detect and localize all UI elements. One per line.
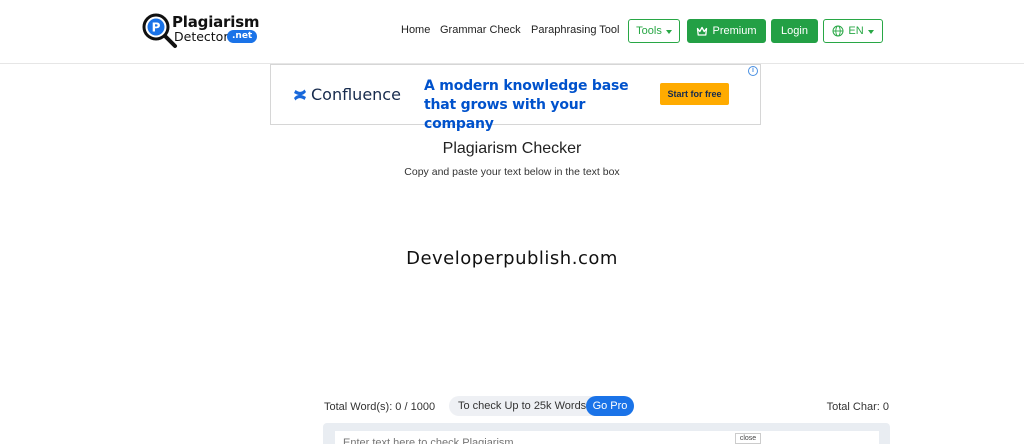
- editor-container: [323, 423, 890, 444]
- login-button[interactable]: Login: [771, 19, 818, 43]
- ad-info-icon[interactable]: i: [748, 66, 758, 76]
- ad-cta-button[interactable]: Start for free: [660, 83, 729, 105]
- ad-headline: A modern knowledge base that grows with …: [424, 78, 629, 132]
- upgrade-pill: To check Up to 25k Words Go Pro: [449, 396, 634, 416]
- top-navbar: P Plagiarism Detector .net Home Grammar …: [0, 0, 1024, 64]
- go-pro-button[interactable]: Go Pro: [586, 396, 634, 416]
- site-logo[interactable]: P Plagiarism Detector .net: [141, 12, 260, 50]
- premium-button[interactable]: Premium: [687, 19, 766, 43]
- caret-down-icon: [867, 29, 874, 34]
- char-counter: Total Char: 0: [826, 401, 889, 413]
- nav-link-paraphrasing-tool[interactable]: Paraphrasing Tool: [531, 24, 619, 36]
- page-subtitle: Copy and paste your text below in the te…: [404, 166, 620, 178]
- text-input-area[interactable]: [335, 431, 879, 444]
- advertisement-banner[interactable]: Confluence A modern knowledge base that …: [270, 64, 761, 132]
- logo-name-line2: Detector: [174, 29, 229, 44]
- language-dropdown-button[interactable]: EN: [823, 19, 883, 43]
- language-label: EN: [848, 25, 864, 37]
- ad-brand-name: Confluence: [311, 85, 401, 104]
- globe-icon: [832, 25, 844, 37]
- caret-down-icon: [665, 29, 672, 34]
- page-title: Plagiarism Checker: [442, 140, 582, 157]
- nav-link-grammar-check[interactable]: Grammar Check: [440, 24, 521, 36]
- nav-link-home[interactable]: Home: [401, 24, 430, 36]
- watermark-text: Developerpublish.com: [406, 248, 618, 269]
- svg-text:P: P: [152, 21, 161, 35]
- premium-label: Premium: [712, 25, 757, 37]
- tools-dropdown-button[interactable]: Tools: [628, 19, 680, 43]
- upgrade-text: To check Up to 25k Words: [458, 400, 587, 412]
- close-ad-button[interactable]: close: [735, 433, 761, 444]
- login-label: Login: [781, 25, 808, 37]
- confluence-logo-icon: [294, 89, 306, 100]
- word-counter: Total Word(s): 0 / 1000: [324, 401, 436, 413]
- ad-brand-logo: Confluence: [293, 85, 401, 104]
- crown-icon: [697, 26, 708, 36]
- logo-tld-badge: .net: [227, 30, 258, 43]
- tools-label: Tools: [636, 25, 662, 37]
